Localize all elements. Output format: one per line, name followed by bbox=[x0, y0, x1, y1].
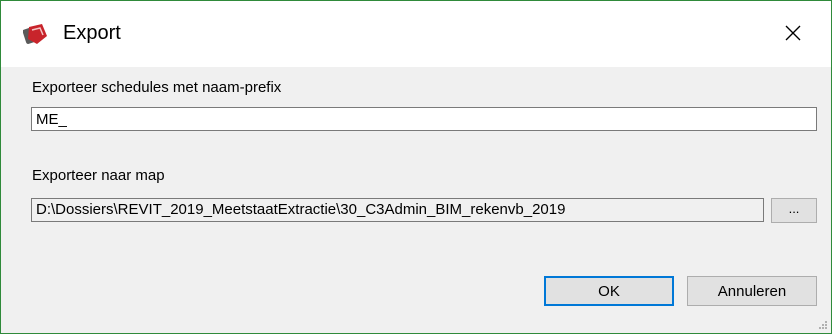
title-bar: Export bbox=[1, 1, 831, 67]
browse-button[interactable]: ... bbox=[771, 198, 817, 223]
export-folder-path: D:\Dossiers\REVIT_2019_MeetstaatExtracti… bbox=[31, 198, 764, 222]
folder-label: Exporteer naar map bbox=[32, 167, 165, 184]
close-icon bbox=[785, 25, 801, 41]
ok-button[interactable]: OK bbox=[544, 276, 674, 306]
prefix-label: Exporteer schedules met naam-prefix bbox=[32, 79, 282, 96]
revit-export-icon bbox=[23, 24, 47, 44]
prefix-input[interactable] bbox=[31, 107, 817, 131]
resize-grip-icon[interactable] bbox=[818, 320, 828, 330]
close-button[interactable] bbox=[773, 15, 813, 51]
export-dialog: Export Exporteer schedules met naam-pref… bbox=[0, 0, 832, 334]
cancel-button[interactable]: Annuleren bbox=[687, 276, 817, 306]
dialog-title: Export bbox=[63, 22, 121, 44]
dialog-body: Exporteer schedules met naam-prefix Expo… bbox=[1, 67, 831, 333]
